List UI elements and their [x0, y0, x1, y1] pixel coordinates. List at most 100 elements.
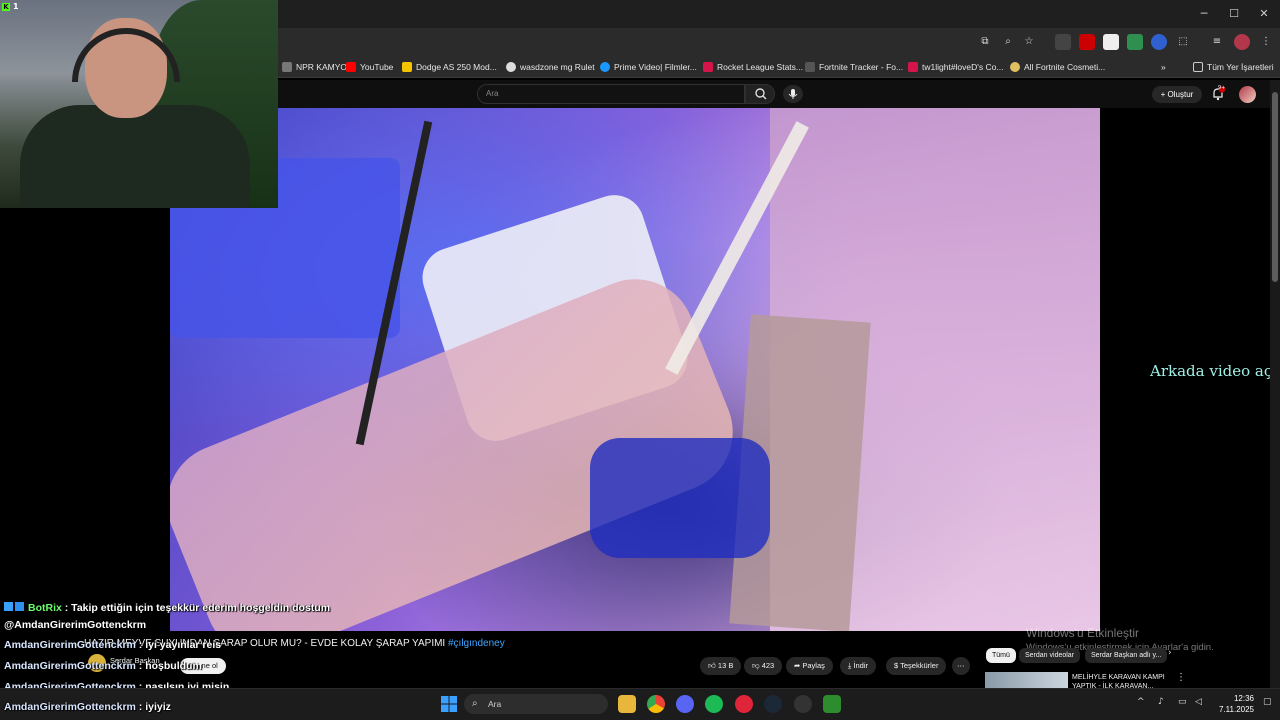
- extension-red-icon[interactable]: [1079, 34, 1095, 50]
- share-label: Paylaş: [802, 661, 825, 670]
- scrollbar-thumb[interactable]: [1272, 92, 1278, 282]
- bookmark-item[interactable]: NPR KAMYO...: [282, 59, 354, 75]
- more-actions-button[interactable]: ⋯: [952, 657, 970, 675]
- all-bookmarks-label: Tüm Yer İşaretleri: [1207, 62, 1274, 72]
- thanks-button[interactable]: $ Teşekkürler: [886, 657, 947, 675]
- create-button[interactable]: + Oluştur: [1152, 86, 1202, 103]
- network-icon[interactable]: ▭: [1178, 697, 1187, 707]
- video-player[interactable]: [170, 108, 1100, 631]
- globe-icon: [506, 62, 516, 72]
- discord-icon[interactable]: [676, 695, 694, 713]
- dislike-count: 423: [761, 661, 775, 670]
- all-bookmarks-button[interactable]: Tüm Yer İşaretleri: [1193, 59, 1274, 75]
- tray-overflow-icon[interactable]: ^: [1137, 697, 1145, 707]
- bot-badge-icon: [15, 602, 24, 611]
- microphone-icon: [788, 89, 798, 99]
- hashtag-link[interactable]: #çılgındeney: [448, 638, 505, 649]
- chevron-right-icon[interactable]: ›: [1168, 648, 1172, 658]
- bookmark-item[interactable]: Fortnite Tracker - Fo...: [805, 59, 903, 75]
- fortnite-tracker-icon: [805, 62, 815, 72]
- app-green-icon[interactable]: [823, 695, 841, 713]
- notification-center-icon[interactable]: ▢: [1263, 697, 1272, 707]
- download-button[interactable]: ⤓ İndir: [840, 657, 876, 675]
- create-label: Oluştur: [1167, 90, 1194, 99]
- minimize-button[interactable]: ─: [1196, 6, 1212, 22]
- video-scene-blue: [590, 438, 770, 558]
- bookmark-item[interactable]: Rocket League Stats...: [703, 59, 803, 75]
- thumbs-down-icon: 👎︎: [752, 661, 762, 670]
- s-logo-icon: [402, 62, 412, 72]
- bookmark-item[interactable]: YouTube: [346, 59, 393, 75]
- like-button[interactable]: 👍︎ 13 B: [700, 657, 742, 675]
- voice-search-button[interactable]: [783, 85, 803, 103]
- share-button[interactable]: ➦ Paylaş: [786, 657, 833, 675]
- maximize-button[interactable]: ☐: [1226, 6, 1242, 22]
- start-button[interactable]: [440, 695, 458, 713]
- favicon-icon: [282, 62, 292, 72]
- volume-icon[interactable]: ◁: [1195, 697, 1202, 707]
- extension-white-icon[interactable]: [1103, 34, 1119, 50]
- app-red-icon[interactable]: [735, 695, 753, 713]
- plus-icon: +: [1160, 90, 1168, 99]
- kebab-menu-icon[interactable]: ⋮: [1176, 672, 1186, 683]
- like-count: 13 B: [717, 661, 734, 670]
- bookmark-item[interactable]: wasdzone mg Rulet: [506, 59, 595, 75]
- kebab-menu-icon[interactable]: ⋮: [1258, 34, 1274, 50]
- chat-username: AmdanGirerimGottenckrm: [4, 701, 136, 713]
- search-input[interactable]: Ara: [477, 84, 745, 104]
- bookmark-star-icon[interactable]: ☆: [1021, 34, 1037, 50]
- close-button[interactable]: ✕: [1256, 6, 1272, 22]
- extension-green-icon[interactable]: [1127, 34, 1143, 50]
- zoom-icon[interactable]: ⌕: [1000, 34, 1016, 50]
- chat-message: AmdanGirerimGottenckrm : iyi yayınlar re…: [4, 639, 221, 651]
- microphone-icon[interactable]: ♪: [1158, 697, 1164, 707]
- chat-username: BotRix: [28, 602, 62, 614]
- bot-badge-icon: [4, 602, 13, 611]
- media-control-icon[interactable]: ≡: [1209, 34, 1225, 50]
- chat-username: AmdanGirerimGottenckrm: [4, 660, 136, 672]
- chat-text: : Takip ettiğin için teşekkür ederim hoş…: [64, 602, 331, 614]
- watermark-line1: Windows'u Etkinleştir: [1026, 626, 1139, 640]
- chat-username: @AmdanGirerimGottenckrm: [4, 619, 147, 631]
- profile-avatar-icon[interactable]: [1234, 34, 1250, 50]
- chrome-icon[interactable]: [647, 695, 665, 713]
- bookmark-label: wasdzone mg Rulet: [520, 62, 595, 72]
- bookmark-label: Rocket League Stats...: [717, 62, 803, 72]
- chip-from-channel[interactable]: Serdan videolar: [1019, 648, 1081, 663]
- search-button[interactable]: [745, 84, 775, 104]
- chat-message: @AmdanGirerimGottenckrm: [4, 619, 146, 631]
- taskbar-clock[interactable]: 12:36 7.11.2025: [1210, 693, 1254, 715]
- steam-icon[interactable]: [764, 695, 782, 713]
- download-label: İndir: [853, 661, 868, 670]
- puzzle-icon[interactable]: ⬚: [1175, 34, 1191, 50]
- trn-icon: [703, 62, 713, 72]
- bookmark-item[interactable]: All Fortnite Cosmeti...: [1010, 59, 1105, 75]
- background-note: Arkada video açık: [1150, 362, 1280, 380]
- bookmarks-bar: NPR KAMYO... YouTube Dodge AS 250 Mod...…: [278, 56, 1280, 78]
- bookmark-item[interactable]: Dodge AS 250 Mod...: [402, 59, 497, 75]
- folder-icon: [1193, 62, 1203, 72]
- dislike-button[interactable]: 👎︎ 423: [744, 657, 783, 675]
- prime-video-icon: [600, 62, 610, 72]
- taskbar-search-input[interactable]: Ara: [464, 694, 608, 714]
- bookmark-item[interactable]: tw1light#loveD's Co...: [908, 59, 1003, 75]
- notification-count: 9+: [1218, 85, 1226, 91]
- file-explorer-icon[interactable]: [618, 695, 636, 713]
- chip-all[interactable]: Tümü: [986, 648, 1016, 663]
- clock-date: 7.11.2025: [1219, 705, 1254, 714]
- bookmarks-overflow-button[interactable]: »: [1161, 59, 1166, 75]
- install-app-icon[interactable]: ⧉: [977, 34, 993, 50]
- search-icon: ⌕: [472, 698, 478, 709]
- app-dark-icon[interactable]: [794, 695, 812, 713]
- next-title-line1: MELİHYLE KARAVAN KAMPI: [1072, 674, 1165, 681]
- spotify-icon[interactable]: [705, 695, 723, 713]
- webcam-person-body: [20, 105, 250, 208]
- bookmark-label: Dodge AS 250 Mod...: [416, 62, 497, 72]
- windows-taskbar: [0, 688, 1280, 720]
- extension-blue-icon[interactable]: [1151, 34, 1167, 50]
- account-avatar[interactable]: [1239, 86, 1256, 103]
- extension-icon[interactable]: [1055, 34, 1071, 50]
- bookmark-label: Fortnite Tracker - Fo...: [819, 62, 904, 72]
- chip-related[interactable]: Serdar Başkan adlı y...: [1085, 648, 1168, 663]
- bookmark-item[interactable]: Prime Video| Filmler...: [600, 59, 697, 75]
